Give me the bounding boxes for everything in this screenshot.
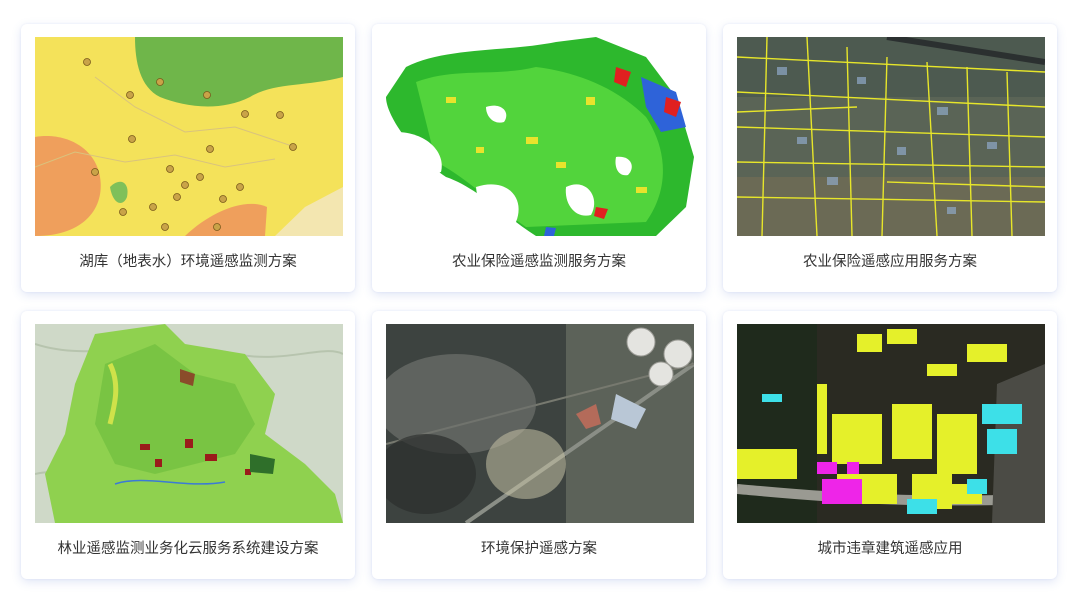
solution-card-title: 湖库（地表水）环境遥感监测方案 xyxy=(79,254,297,270)
solution-card-title: 林业遥感监测业务化云服务系统建设方案 xyxy=(57,541,319,557)
solution-card-title: 农业保险遥感应用服务方案 xyxy=(803,254,977,270)
urban-illegal-building-detection-image xyxy=(737,324,1045,523)
forestry-land-cover-map-image xyxy=(35,324,343,523)
agriculture-crop-classification-map-image xyxy=(386,37,694,236)
farmland-parcel-satellite-image xyxy=(737,37,1045,236)
lake-water-quality-map-image xyxy=(35,37,343,236)
solution-card-agri-insurance-monitoring[interactable]: 农业保险遥感监测服务方案 xyxy=(372,24,706,292)
solution-card-forestry-cloud-service[interactable]: 林业遥感监测业务化云服务系统建设方案 xyxy=(21,311,355,579)
industrial-smoke-satellite-image xyxy=(386,324,694,523)
solution-card-title: 环境保护遥感方案 xyxy=(481,541,597,557)
solution-card-grid: 湖库（地表水）环境遥感监测方案 农业保险遥感监测服务方案 农业保险遥感应用服务方… xyxy=(0,0,1080,606)
solution-card-urban-illegal-building[interactable]: 城市违章建筑遥感应用 xyxy=(723,311,1057,579)
solution-card-environmental-protection[interactable]: 环境保护遥感方案 xyxy=(372,311,706,579)
solution-card-title: 农业保险遥感监测服务方案 xyxy=(452,254,626,270)
solution-card-agri-insurance-application[interactable]: 农业保险遥感应用服务方案 xyxy=(723,24,1057,292)
solution-card-title: 城市违章建筑遥感应用 xyxy=(817,541,963,557)
solution-card-lake-monitoring[interactable]: 湖库（地表水）环境遥感监测方案 xyxy=(21,24,355,292)
